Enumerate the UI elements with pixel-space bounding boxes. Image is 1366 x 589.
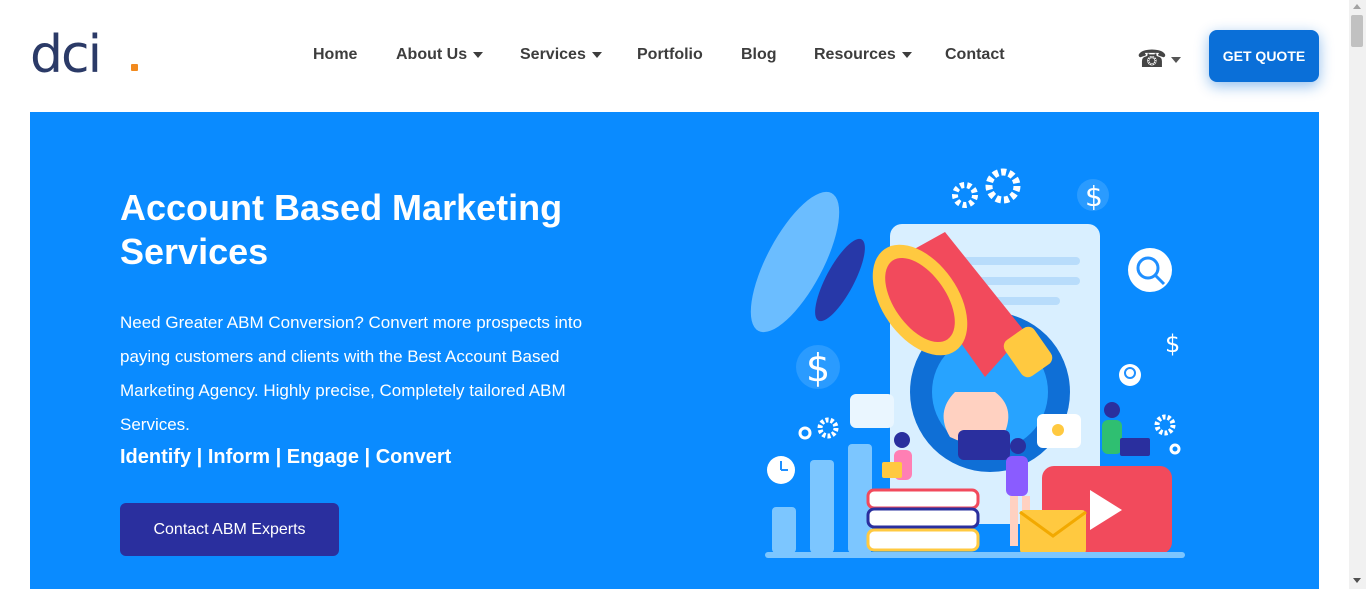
nav-item-portfolio[interactable]: Portfolio	[637, 46, 703, 64]
bar-graphic	[772, 507, 796, 553]
nav-item-contact[interactable]: Contact	[945, 46, 1005, 64]
page-scrollbar[interactable]	[1349, 0, 1366, 589]
nav-item-label: Home	[313, 46, 358, 63]
gear-icon	[817, 417, 839, 439]
gear-icon	[985, 168, 1021, 204]
lightbulb-icon	[1119, 364, 1141, 386]
dollar-icon: $	[1165, 330, 1180, 358]
dollar-icon: $	[796, 345, 840, 390]
svg-text:$: $	[806, 346, 830, 390]
woman-with-laptop-figure	[882, 432, 912, 480]
nav-item-label: Services	[520, 46, 586, 63]
hero-description: Need Greater ABM Conversion? Convert mor…	[120, 313, 583, 434]
chat-bubble	[850, 394, 894, 428]
logo-accent-dot	[131, 64, 138, 71]
gear-icon	[1154, 414, 1176, 436]
nav-item-home[interactable]: Home	[313, 46, 357, 64]
nav-item-resources[interactable]: Resources	[814, 46, 912, 64]
phone-icon: ☎	[1137, 46, 1167, 73]
abm-illustration: $ $ $	[750, 168, 1185, 558]
scroll-thumb[interactable]	[1351, 15, 1363, 47]
floor-line	[765, 552, 1185, 558]
book-graphic	[866, 507, 980, 529]
chevron-down-icon	[473, 52, 484, 58]
gear-icon	[952, 182, 978, 208]
chevron-down-icon	[1170, 56, 1181, 63]
book-graphic	[866, 488, 980, 510]
gear-icon	[1169, 443, 1181, 455]
dollar-icon: $	[1077, 179, 1109, 213]
scroll-up-arrow-icon[interactable]	[1353, 4, 1361, 9]
dci-logo[interactable]: dci	[30, 25, 138, 85]
bubble-dot	[1052, 424, 1064, 436]
nav-item-label: Contact	[945, 46, 1005, 63]
hero-title: Account Based Marketing Services	[120, 187, 563, 272]
svg-text:$: $	[1085, 180, 1103, 213]
phone-dropdown[interactable]: ☎	[1137, 45, 1181, 74]
book-graphic	[866, 528, 980, 552]
search-icon	[1128, 248, 1172, 292]
svg-text:$: $	[1165, 330, 1180, 358]
nav-item-services[interactable]: Services	[520, 46, 602, 64]
clock-icon	[767, 456, 795, 484]
get-quote-button[interactable]: GET QUOTE	[1209, 30, 1319, 82]
hero-tagline: Identify | Inform | Engage | Convert	[120, 446, 452, 468]
nav-item-blog[interactable]: Blog	[741, 46, 777, 64]
chevron-down-icon	[591, 52, 602, 58]
nav-item-label: About Us	[396, 46, 468, 63]
contact-abm-experts-button[interactable]: Contact ABM Experts	[120, 503, 339, 556]
logo-text: dci	[30, 25, 102, 85]
gear-icon	[798, 426, 812, 440]
nav-item-label: Resources	[814, 46, 896, 63]
nav-item-label: Blog	[741, 46, 777, 63]
nav-item-about-us[interactable]: About Us	[396, 46, 484, 64]
chevron-down-icon	[901, 52, 912, 58]
site-header: dci Home About Us Services Portfolio Blo…	[0, 0, 1349, 112]
nav-item-label: Portfolio	[637, 46, 703, 63]
man-with-laptop-figure	[1102, 402, 1150, 456]
bar-graphic	[810, 460, 834, 553]
hero-banner: Account Based Marketing Services Need Gr…	[30, 112, 1319, 589]
scroll-down-arrow-icon[interactable]	[1353, 578, 1361, 583]
envelope-icon	[1019, 510, 1087, 554]
